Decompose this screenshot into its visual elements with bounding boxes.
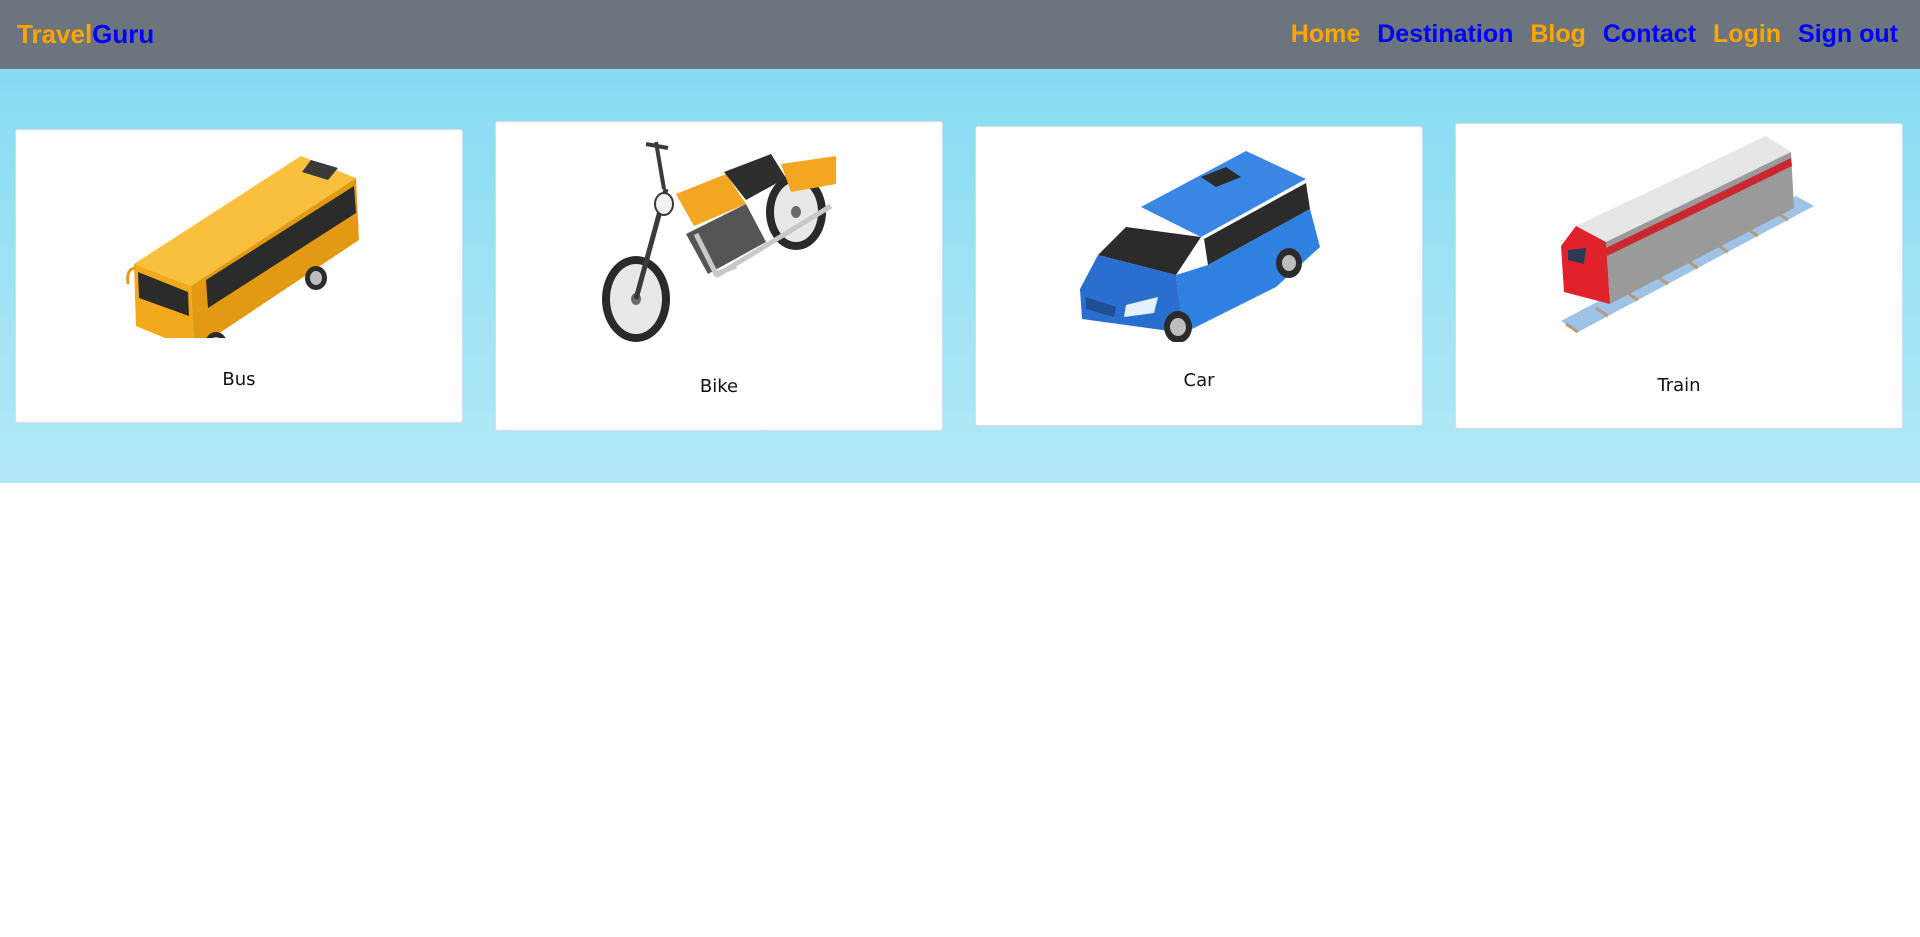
brand-travel-text: Travel (17, 19, 93, 49)
vehicle-label: Bike (699, 376, 739, 397)
nav-links: Home Destination Blog Contact Login Sign… (1291, 18, 1898, 50)
vehicle-card-train[interactable]: Train (1455, 123, 1903, 429)
car-icon (1080, 151, 1320, 342)
vehicle-label: Bus (222, 369, 256, 390)
motorcycle-icon (602, 141, 836, 342)
vehicle-label: Train (1657, 375, 1701, 396)
nav-link-contact[interactable]: Contact (1603, 18, 1696, 50)
nav-link-destination[interactable]: Destination (1377, 18, 1513, 50)
nav-link-home[interactable]: Home (1291, 18, 1360, 50)
vehicle-card-car[interactable]: Car (975, 126, 1423, 426)
vehicle-selection-section: Bus Bike Car Train (0, 69, 1920, 483)
vehicle-label: Car (1183, 370, 1215, 391)
top-navbar: TravelGuru Home Destination Blog Contact… (0, 0, 1920, 69)
brand-logo[interactable]: TravelGuru (17, 18, 154, 50)
brand-guru-text: Guru (92, 19, 155, 49)
train-icon (1561, 136, 1814, 334)
vehicle-card-bus[interactable]: Bus (15, 129, 463, 423)
vehicle-card-bike[interactable]: Bike (495, 121, 943, 431)
bus-icon (126, 156, 359, 338)
nav-link-blog[interactable]: Blog (1530, 18, 1586, 50)
nav-link-sign-out[interactable]: Sign out (1798, 18, 1898, 50)
nav-link-login[interactable]: Login (1713, 18, 1781, 50)
